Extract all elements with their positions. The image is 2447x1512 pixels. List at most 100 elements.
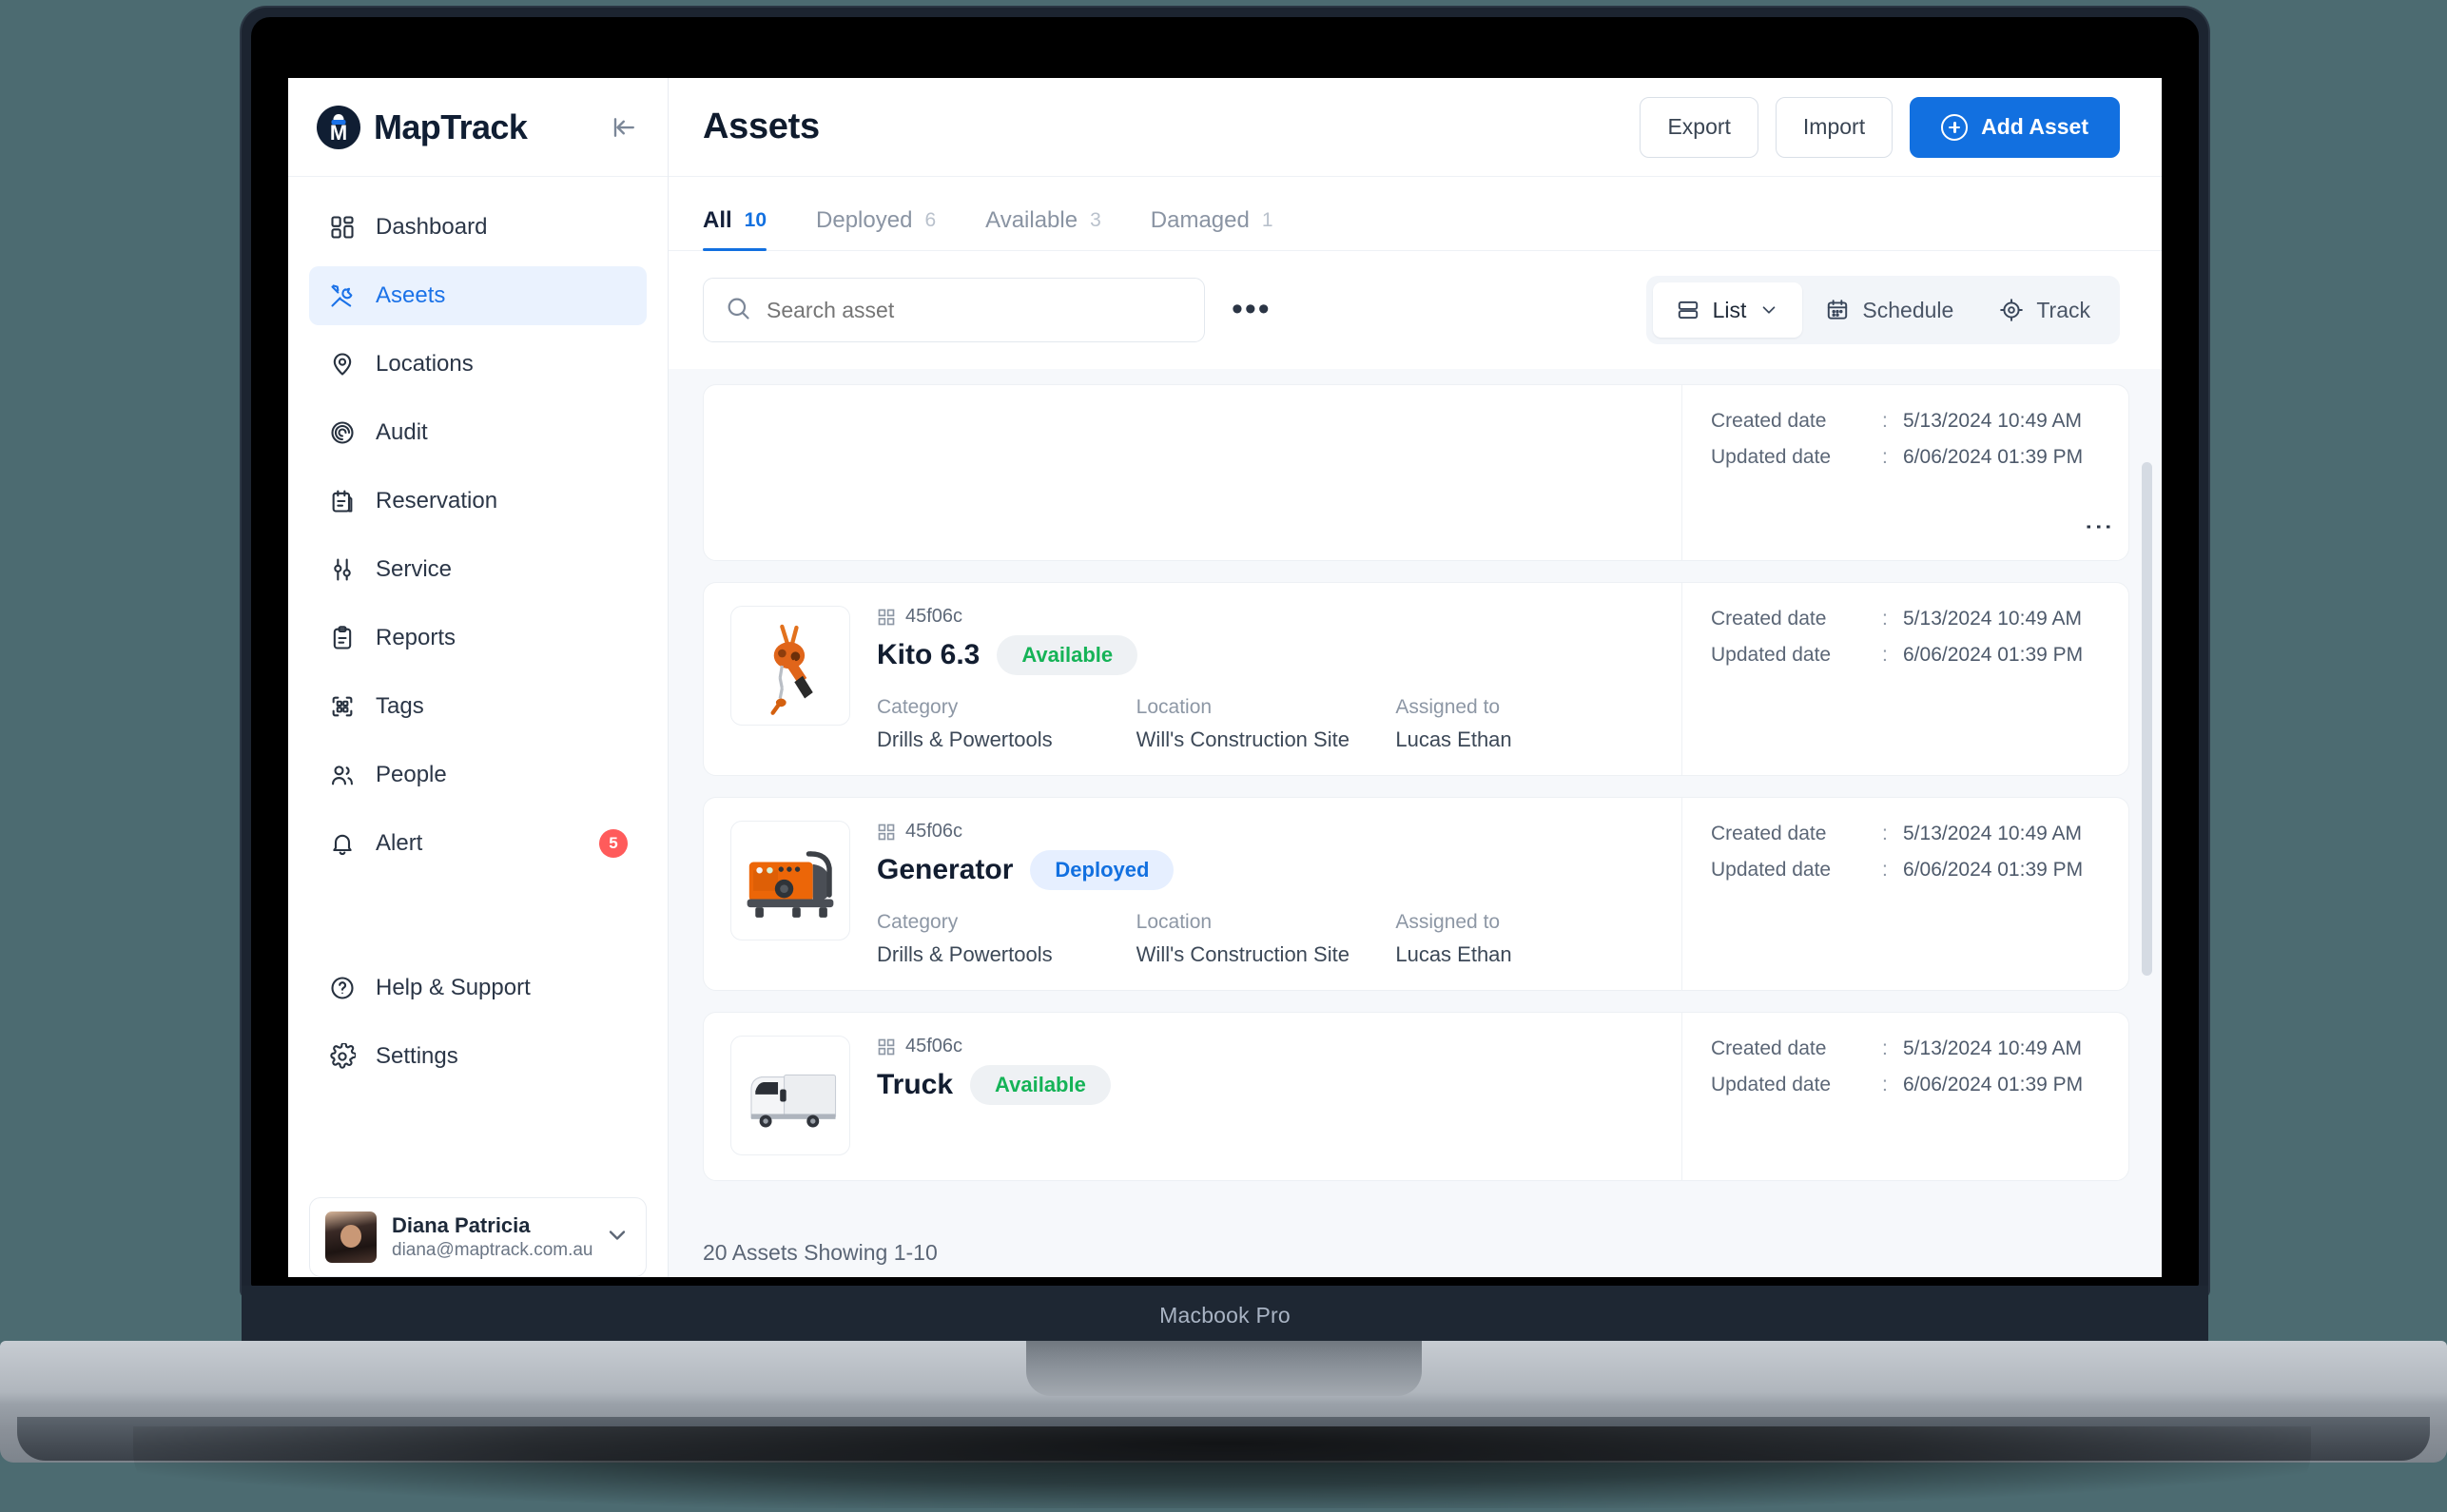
tab-label: All (703, 207, 732, 233)
sidebar-item-people[interactable]: People (309, 746, 647, 804)
view-option-label: Track (2036, 297, 2090, 322)
updated-date-value: 6/06/2024 01:39 PM (1903, 446, 2084, 468)
chevron-down-icon (1763, 306, 1776, 314)
separator: : (1882, 446, 1888, 468)
table-row[interactable]: Created date : 5/13/2024 10:49 AM Update… (703, 384, 2129, 561)
status-badge: Deployed (1030, 850, 1175, 890)
asset-summary (704, 385, 1681, 560)
sidebar-item-reports[interactable]: Reports (309, 609, 647, 668)
search-input[interactable] (767, 297, 1183, 323)
meta-value: Will's Construction Site (1136, 727, 1350, 751)
asset-name: Generator (877, 854, 1014, 885)
asset-qr-row: 45f06c (877, 606, 1655, 628)
sidebar-item-tags[interactable]: Tags (309, 677, 647, 736)
gear-icon (328, 1042, 357, 1071)
avatar (325, 1212, 377, 1263)
meta-assigned: Assigned to Lucas Ethan (1395, 911, 1655, 967)
updated-date-value: 6/06/2024 01:39 PM (1903, 1074, 2084, 1095)
page-title: Assets (703, 107, 820, 146)
ellipsis-icon[interactable]: ••• (1226, 294, 1277, 325)
asset-meta: Category Drills & Powertools Location Wi… (877, 911, 1655, 967)
tools-icon (328, 281, 357, 310)
sidebar-item-service[interactable]: Service (309, 540, 647, 599)
updated-date-line: Updated date : 6/06/2024 01:39 PM (1711, 644, 2100, 667)
separator: : (1882, 1037, 1888, 1059)
asset-name: Truck (877, 1069, 954, 1100)
asset-qr-row: 45f06c (877, 1036, 1655, 1057)
tab-count: 3 (1090, 209, 1101, 231)
table-row[interactable]: 45f06c Generator Deployed Category Drill… (703, 797, 2129, 991)
collapse-sidebar-icon[interactable] (611, 113, 639, 142)
sidebar-item-alert[interactable]: Alert 5 (309, 814, 647, 873)
kebab-menu-icon[interactable]: ⋮ (2083, 513, 2114, 541)
meta-label: Category (877, 911, 959, 933)
tab-label: Damaged (1150, 207, 1250, 233)
app-screen: M MapTrack Dashboard Aseets Locations Au… (288, 78, 2162, 1277)
asset-thumbnail (730, 1036, 850, 1155)
created-date-line: Created date : 5/13/2024 10:49 AM (1711, 1037, 2100, 1060)
users-icon (328, 761, 357, 789)
meta-assigned: Assigned to Lucas Ethan (1395, 696, 1655, 752)
asset-details: 45f06c Kito 6.3 Available Category Drill… (877, 606, 1655, 752)
sidebar-item-label: Alert (376, 830, 423, 856)
table-row[interactable]: 45f06c Kito 6.3 Available Category Drill… (703, 582, 2129, 776)
table-row[interactable]: 45f06c Truck Available Created date : 5/… (703, 1012, 2129, 1181)
created-date-value: 5/13/2024 10:49 AM (1903, 823, 2082, 844)
user-profile-card[interactable]: Diana Patricia diana@maptrack.com.au (309, 1197, 647, 1277)
sidebar-item-locations[interactable]: Locations (309, 335, 647, 394)
sidebar-item-settings[interactable]: Settings (309, 1027, 647, 1086)
meta-label: Location (1136, 911, 1213, 933)
updated-date-label: Updated date (1711, 644, 1832, 666)
meta-value: Lucas Ethan (1395, 942, 1512, 966)
separator: : (1882, 410, 1888, 432)
sidebar-item-reservation[interactable]: Reservation (309, 472, 647, 531)
add-asset-button[interactable]: Add Asset (1910, 96, 2120, 158)
sidebar-item-label: Service (376, 556, 453, 582)
view-option-list[interactable]: List (1652, 282, 1803, 338)
asset-qr-row: 45f06c (877, 821, 1655, 843)
search-box[interactable] (703, 278, 1205, 342)
asset-dates: Created date : 5/13/2024 10:49 AM Update… (1681, 798, 2128, 990)
sidebar-item-audit[interactable]: Audit (309, 403, 647, 462)
tab-available[interactable]: Available 3 (985, 207, 1101, 250)
scene: M MapTrack Dashboard Aseets Locations Au… (0, 0, 2447, 1512)
sidebar-item-help-support[interactable]: Help & Support (309, 959, 647, 1018)
sidebar-item-label: Help & Support (376, 975, 531, 1000)
created-date-label: Created date (1711, 410, 1827, 432)
view-option-schedule[interactable]: Schedule (1802, 282, 1976, 338)
updated-date-label: Updated date (1711, 859, 1832, 881)
sidebar-item-label: Dashboard (376, 214, 488, 240)
tab-all[interactable]: All 10 (703, 207, 767, 251)
view-option-label: List (1712, 297, 1747, 322)
tab-damaged[interactable]: Damaged 1 (1151, 207, 1273, 250)
export-button[interactable]: Export (1640, 96, 1758, 158)
tab-count: 1 (1261, 209, 1273, 231)
list-toolbar: ••• List Schedule Track (669, 251, 2162, 369)
import-button[interactable]: Import (1775, 96, 1894, 158)
tab-deployed[interactable]: Deployed 6 (816, 207, 936, 250)
sidebar-item-assets[interactable]: Aseets (309, 266, 647, 325)
sidebar-item-label: Tags (376, 693, 424, 719)
asset-name-row: Truck Available (877, 1065, 1655, 1105)
status-badge: Available (970, 1065, 1111, 1105)
meta-location: Location Will's Construction Site (1136, 911, 1396, 967)
separator: : (1882, 608, 1888, 630)
tab-label: Deployed (816, 207, 913, 233)
asset-summary: 45f06c Truck Available (704, 1013, 1681, 1180)
asset-thumbnail (730, 606, 850, 726)
list-scrollbar[interactable] (2142, 462, 2152, 976)
asset-name-row: Kito 6.3 Available (877, 635, 1655, 675)
sidebar-item-dashboard[interactable]: Dashboard (309, 198, 647, 257)
created-date-value: 5/13/2024 10:49 AM (1903, 1037, 2082, 1059)
brand-header: M MapTrack (288, 78, 668, 177)
updated-date-line: Updated date : 6/06/2024 01:39 PM (1711, 446, 2100, 469)
map-pin-icon (328, 350, 357, 378)
view-option-track[interactable]: Track (1976, 282, 2113, 338)
asset-name: Kito 6.3 (877, 639, 981, 670)
chevron-down-icon[interactable] (604, 1222, 631, 1253)
profile-email: diana@maptrack.com.au (392, 1239, 593, 1260)
dashboard-grid-icon (328, 213, 357, 242)
asset-qr-id: 45f06c (905, 1036, 963, 1056)
clipboard-calendar-icon (328, 487, 357, 515)
